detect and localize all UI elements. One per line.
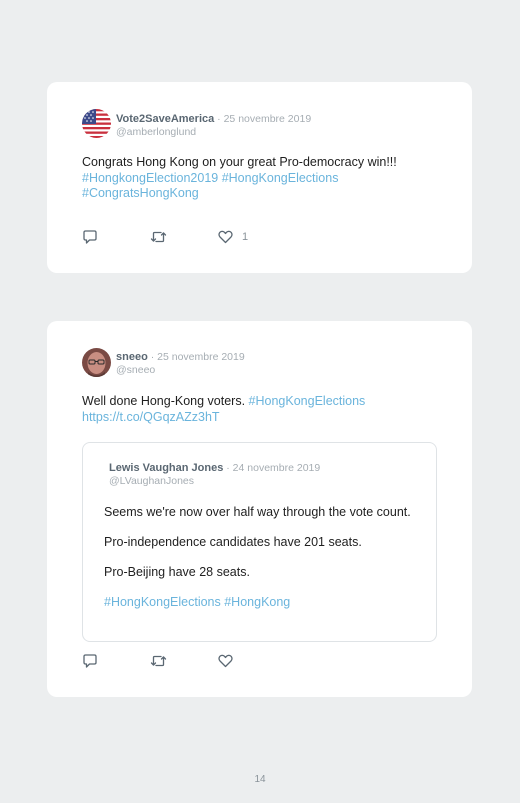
author-name[interactable]: Vote2SaveAmerica [116,113,214,125]
hashtag-link[interactable]: #HongKong [224,595,290,609]
quoted-tweet-text: Seems we're now over half way through th… [104,505,414,625]
quoted-author-handle[interactable]: @LVaughanJones [109,475,320,487]
tweet-text: Congrats Hong Kong on your great Pro-dem… [82,155,442,202]
date-separator: · [147,351,158,363]
reply-icon [83,229,97,244]
quoted-author-name[interactable]: Lewis Vaughan Jones [109,462,223,474]
quoted-paragraph: Seems we're now over half way through th… [104,505,411,519]
quoted-tweet-date[interactable]: 24 novembre 2019 [233,462,321,474]
hashtag-link[interactable]: #HongkongElection2019 [82,171,218,185]
hashtag-link[interactable]: #CongratsHongKong [82,186,199,200]
hashtag-link[interactable]: #HongKongElections [249,394,366,408]
quoted-paragraph: Pro-Beijing have 28 seats. [104,565,250,579]
reply-button[interactable] [82,229,98,245]
reply-button[interactable] [82,653,98,669]
tweet-actions [82,653,282,669]
person-avatar-icon[interactable] [82,348,111,377]
tweet-actions: 1 [82,229,282,245]
author-name[interactable]: sneeo [116,351,148,363]
heart-icon [218,654,233,668]
author-handle[interactable]: @sneeo [116,364,245,376]
date-separator: · [223,462,233,474]
tweet-card: sneeo · 25 novembre 2019 @sneeo Well don… [47,321,472,697]
heart-icon [218,230,233,244]
tweet-header: Vote2SaveAmerica · 25 novembre 2019 @amb… [116,112,311,138]
us-flag-icon[interactable] [82,109,111,138]
quoted-tweet-header: Lewis Vaughan Jones · 24 novembre 2019 @… [109,461,320,487]
date-separator: · [214,113,224,125]
retweet-icon [150,655,167,667]
reply-icon [83,653,97,668]
retweet-icon [150,231,167,243]
tweet-text: Well done Hong-Kong voters. #HongKongEle… [82,394,442,425]
retweet-button[interactable] [150,229,167,245]
hashtag-link[interactable]: #HongKongElections [104,595,221,609]
tweet-body: Congrats Hong Kong on your great Pro-dem… [82,155,397,169]
page-number: 14 [254,774,266,785]
retweet-button[interactable] [150,653,167,669]
tweet-card: Vote2SaveAmerica · 25 novembre 2019 @amb… [47,82,472,273]
like-count: 1 [242,231,249,243]
quoted-tweet[interactable]: Lewis Vaughan Jones · 24 novembre 2019 @… [82,442,437,642]
tweet-date[interactable]: 25 novembre 2019 [224,113,312,125]
quoted-paragraph: Pro-independence candidates have 201 sea… [104,535,362,549]
tweet-body: Well done Hong-Kong voters. [82,394,246,408]
author-handle[interactable]: @amberlonglund [116,126,311,138]
like-button[interactable]: 1 [218,229,248,245]
url-link[interactable]: https://t.co/QGqzAZz3hT [82,410,220,424]
tweet-date[interactable]: 25 novembre 2019 [157,351,245,363]
like-button[interactable] [218,653,242,669]
hashtag-link[interactable]: #HongKongElections [222,171,339,185]
tweet-header: sneeo · 25 novembre 2019 @sneeo [116,350,245,376]
